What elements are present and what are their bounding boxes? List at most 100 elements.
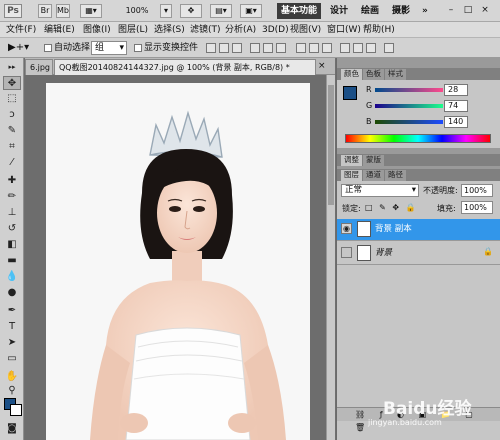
path-select-tool-icon[interactable]: ➤ [3, 336, 21, 350]
distribute-top-icon[interactable] [296, 43, 306, 53]
g-value[interactable]: 74 [444, 100, 468, 112]
menu-image[interactable]: 图像(I) [83, 24, 111, 36]
dodge-tool-icon[interactable]: ● [3, 286, 21, 300]
background-color-swatch[interactable] [10, 404, 22, 416]
opacity-field[interactable]: 100% [461, 184, 493, 197]
brush-tool-icon[interactable]: ✏ [3, 190, 21, 204]
show-transform-checkbox[interactable] [134, 44, 142, 52]
layer-row-background-copy[interactable]: ◉ 背景 副本 [337, 219, 500, 241]
menu-help[interactable]: 帮助(H) [363, 24, 395, 36]
gradient-tool-icon[interactable]: ▬ [3, 254, 21, 268]
quick-select-tool-icon[interactable]: ✎ [3, 124, 21, 138]
marquee-tool-icon[interactable]: ⬚ [3, 92, 21, 106]
tab-document-2[interactable]: QQ截图20140824144327.jpg @ 100% (背景 副本, RG… [54, 59, 316, 75]
hand-tool-icon[interactable]: ✋ [3, 370, 21, 384]
zoom-tool-icon[interactable]: ⚲ [3, 384, 21, 398]
eyedropper-tool-icon[interactable]: ⁄ [3, 156, 21, 170]
workspace-design[interactable]: 设计 [326, 3, 352, 19]
workspace-more[interactable]: » [418, 3, 432, 19]
tab-close-icon[interactable]: × [318, 61, 326, 71]
visibility-eye-icon[interactable]: ◉ [341, 223, 352, 234]
bridge-button[interactable]: Br [38, 4, 52, 18]
r-slider[interactable] [375, 88, 443, 92]
menu-layer[interactable]: 图层(L) [118, 24, 148, 36]
menu-3d[interactable]: 3D(D) [262, 24, 289, 36]
b-slider[interactable] [375, 120, 443, 124]
blend-mode-select[interactable]: 正常 ▾ [341, 184, 419, 197]
align-top-icon[interactable] [206, 43, 216, 53]
layer-row-background[interactable]: 背景 🔒 [337, 243, 500, 265]
move-tool-icon[interactable]: ✥ [3, 76, 21, 90]
tab-adjustments[interactable]: 调整 [341, 155, 362, 166]
auto-align-icon[interactable] [384, 43, 394, 53]
blur-tool-icon[interactable]: 💧 [3, 270, 21, 284]
lasso-tool-icon[interactable]: ↄ [3, 108, 21, 122]
workspace-photography[interactable]: 摄影 [388, 3, 414, 19]
quick-mask-icon[interactable]: ◙ [3, 422, 21, 436]
panel-collapse-icon[interactable]: ▸▸ [3, 60, 21, 74]
workspace-essentials[interactable]: 基本功能 [277, 3, 322, 19]
close-icon[interactable]: × [478, 4, 492, 17]
shape-tool-icon[interactable]: ▭ [3, 352, 21, 366]
menu-analysis[interactable]: 分析(A) [225, 24, 256, 36]
scrollbar-thumb[interactable] [328, 85, 334, 205]
vertical-scrollbar[interactable] [326, 75, 335, 440]
menu-file[interactable]: 文件(F) [6, 24, 36, 36]
tab-layers[interactable]: 图层 [341, 170, 362, 181]
tab-color[interactable]: 颜色 [341, 69, 362, 80]
tab-paths[interactable]: 路径 [385, 170, 406, 181]
color-fg-swatch[interactable] [343, 86, 357, 100]
auto-select-dropdown[interactable]: 组 ▾ [91, 41, 127, 55]
visibility-eye-icon[interactable] [341, 247, 352, 258]
clone-stamp-tool-icon[interactable]: ⊥ [3, 206, 21, 220]
auto-select-checkbox[interactable] [44, 44, 52, 52]
mini-bridge-button[interactable]: Mb [56, 4, 70, 18]
align-vcenter-icon[interactable] [219, 43, 229, 53]
maximize-icon[interactable]: □ [461, 4, 475, 17]
eraser-tool-icon[interactable]: ◧ [3, 238, 21, 252]
menu-edit[interactable]: 编辑(E) [44, 24, 75, 36]
menu-bar: 文件(F) 编辑(E) 图像(I) 图层(L) 选择(S) 滤镜(T) 分析(A… [0, 22, 500, 38]
distribute-vcenter-icon[interactable] [309, 43, 319, 53]
menu-view[interactable]: 视图(V) [290, 24, 321, 36]
crop-tool-icon[interactable]: ⌗ [3, 140, 21, 154]
document-image[interactable] [46, 83, 310, 440]
tab-styles[interactable]: 样式 [385, 69, 406, 80]
distribute-bottom-icon[interactable] [322, 43, 332, 53]
minimize-icon[interactable]: – [444, 4, 458, 17]
move-tool-preset-icon[interactable]: ▶+▾ [8, 42, 29, 54]
tab-swatches[interactable]: 色板 [363, 69, 384, 80]
type-tool-icon[interactable]: T [3, 320, 21, 334]
align-left-icon[interactable] [250, 43, 260, 53]
hand-rotate-button[interactable]: ✥ [180, 4, 202, 18]
lock-icons[interactable]: □ ✎ ✥ 🔒 [365, 203, 418, 212]
distribute-hcenter-icon[interactable] [353, 43, 363, 53]
history-brush-tool-icon[interactable]: ↺ [3, 222, 21, 236]
zoom-level[interactable]: 100% [118, 4, 156, 18]
b-value[interactable]: 140 [444, 116, 468, 128]
align-right-icon[interactable] [276, 43, 286, 53]
tab-masks[interactable]: 蒙版 [363, 155, 384, 166]
workspace-painting[interactable]: 绘画 [357, 3, 383, 19]
g-slider[interactable] [375, 104, 443, 108]
distribute-left-icon[interactable] [340, 43, 350, 53]
view-extras-button[interactable]: ▦▾ [80, 4, 102, 18]
screen-mode-button[interactable]: ▣▾ [240, 4, 262, 18]
menu-filter[interactable]: 滤镜(T) [190, 24, 221, 36]
align-bottom-icon[interactable] [232, 43, 242, 53]
tab-document-1[interactable]: 6.jpg [25, 59, 53, 75]
r-value[interactable]: 28 [444, 84, 468, 96]
healing-brush-tool-icon[interactable]: ✚ [3, 174, 21, 188]
show-transform-label: 显示变换控件 [144, 43, 199, 53]
align-hcenter-icon[interactable] [263, 43, 273, 53]
fill-field[interactable]: 100% [461, 201, 493, 214]
color-spectrum-bar[interactable] [345, 134, 491, 143]
menu-window[interactable]: 窗口(W) [327, 24, 361, 36]
distribute-right-icon[interactable] [366, 43, 376, 53]
pen-tool-icon[interactable]: ✒ [3, 304, 21, 318]
canvas-area[interactable] [25, 75, 335, 440]
tab-channels[interactable]: 通道 [363, 170, 384, 181]
zoom-dropdown-icon[interactable]: ▾ [160, 4, 172, 18]
arrange-documents-button[interactable]: ▤▾ [210, 4, 232, 18]
menu-select[interactable]: 选择(S) [154, 24, 185, 36]
